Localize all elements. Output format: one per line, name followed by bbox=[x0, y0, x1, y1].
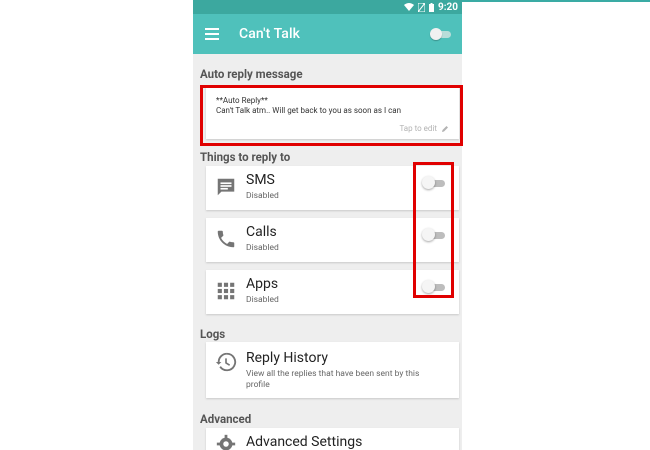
gear-icon bbox=[216, 434, 236, 450]
apps-toggle[interactable] bbox=[422, 280, 446, 294]
app-bar: Can't Talk bbox=[193, 14, 462, 54]
calls-title: Calls bbox=[246, 224, 277, 240]
pencil-icon bbox=[442, 125, 448, 132]
wifi-icon bbox=[403, 3, 414, 11]
no-sim-icon bbox=[417, 2, 425, 12]
advanced-settings-item[interactable]: Advanced Settings bbox=[206, 428, 459, 450]
apps-title: Apps bbox=[246, 276, 279, 292]
apps-grid-icon bbox=[217, 282, 235, 300]
things-to-reply-section-label: Things to reply to bbox=[200, 150, 291, 164]
history-icon bbox=[215, 352, 237, 372]
top-accent-line bbox=[462, 0, 650, 2]
tap-to-edit-label: Tap to edit bbox=[399, 124, 437, 133]
sms-toggle[interactable] bbox=[422, 176, 446, 190]
calls-reply-item[interactable]: Calls Disabled bbox=[206, 218, 459, 262]
menu-icon[interactable] bbox=[205, 28, 219, 40]
phone-screen: 9:20 Can't Talk Auto reply message **Aut… bbox=[193, 0, 462, 450]
tap-to-edit-hint: Tap to edit bbox=[399, 124, 449, 133]
status-time: 9:20 bbox=[437, 1, 458, 13]
apps-status: Disabled bbox=[246, 295, 279, 305]
advanced-section-label: Advanced bbox=[200, 412, 252, 426]
auto-reply-message-card[interactable]: **Auto Reply** Can't Talk atm.. Will get… bbox=[206, 87, 459, 139]
auto-reply-message-line2: Can't Talk atm.. Will get back to you as… bbox=[216, 106, 402, 115]
reply-history-item[interactable]: Reply History View all the replies that … bbox=[206, 342, 459, 398]
phone-icon bbox=[217, 230, 235, 248]
reply-history-title: Reply History bbox=[246, 350, 328, 366]
battery-icon bbox=[428, 2, 434, 12]
reply-history-description: View all the replies that have been sent… bbox=[246, 369, 420, 390]
screenshot-canvas: 9:20 Can't Talk Auto reply message **Aut… bbox=[0, 0, 650, 450]
profile-toggle[interactable] bbox=[430, 27, 452, 41]
apps-reply-item[interactable]: Apps Disabled bbox=[206, 270, 459, 314]
sms-title: SMS bbox=[246, 172, 275, 188]
auto-reply-message-line1: **Auto Reply** bbox=[216, 96, 268, 105]
advanced-settings-title: Advanced Settings bbox=[246, 434, 363, 450]
app-title: Can't Talk bbox=[239, 26, 301, 42]
status-bar: 9:20 bbox=[193, 0, 462, 14]
auto-reply-section-label: Auto reply message bbox=[200, 67, 303, 81]
calls-status: Disabled bbox=[246, 243, 279, 253]
sms-reply-item[interactable]: SMS Disabled bbox=[206, 166, 459, 210]
logs-section-label: Logs bbox=[200, 327, 226, 341]
calls-toggle[interactable] bbox=[422, 228, 446, 242]
sms-status: Disabled bbox=[246, 191, 279, 201]
message-icon bbox=[217, 178, 235, 196]
